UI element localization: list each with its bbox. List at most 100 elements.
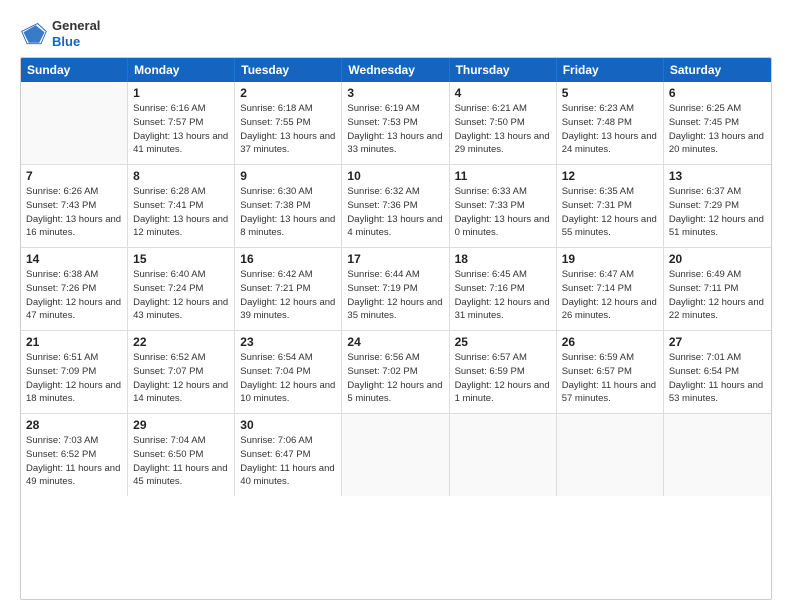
day-number: 4 (455, 86, 551, 100)
day-number: 1 (133, 86, 229, 100)
day-number: 3 (347, 86, 443, 100)
day-info: Sunrise: 6:21 AM Sunset: 7:50 PM Dayligh… (455, 102, 551, 157)
day-number: 11 (455, 169, 551, 183)
calendar-cell: 11 Sunrise: 6:33 AM Sunset: 7:33 PM Dayli… (450, 165, 557, 247)
day-info: Sunrise: 6:52 AM Sunset: 7:07 PM Dayligh… (133, 351, 229, 406)
day-info: Sunrise: 7:04 AM Sunset: 6:50 PM Dayligh… (133, 434, 229, 489)
calendar-cell: 8Sunrise: 6:28 AM Sunset: 7:41 PM Daylig… (128, 165, 235, 247)
day-number: 24 (347, 335, 443, 349)
day-number: 16 (240, 252, 336, 266)
day-info: Sunrise: 6:23 AM Sunset: 7:48 PM Dayligh… (562, 102, 658, 157)
day-info: Sunrise: 7:01 AM Sunset: 6:54 PM Dayligh… (669, 351, 766, 406)
calendar-cell: 26Sunrise: 6:59 AM Sunset: 6:57 PM Dayli… (557, 331, 664, 413)
day-number: 2 (240, 86, 336, 100)
calendar-cell (21, 82, 128, 164)
header: General Blue (20, 18, 772, 49)
calendar-cell: 7 Sunrise: 6:26 AM Sunset: 7:43 PM Daylig… (21, 165, 128, 247)
day-number: 9 (240, 169, 336, 183)
weekday-header: Wednesday (342, 58, 449, 82)
day-info: Sunrise: 6:40 AM Sunset: 7:24 PM Dayligh… (133, 268, 229, 323)
day-number: 13 (669, 169, 766, 183)
calendar-cell: 2 Sunrise: 6:18 AM Sunset: 7:55 PM Daylig… (235, 82, 342, 164)
calendar-cell: 21Sunrise: 6:51 AM Sunset: 7:09 PM Dayli… (21, 331, 128, 413)
calendar-cell: 15 Sunrise: 6:40 AM Sunset: 7:24 PM Dayli… (128, 248, 235, 330)
logo-text: General Blue (52, 18, 100, 49)
day-info: Sunrise: 6:47 AM Sunset: 7:14 PM Dayligh… (562, 268, 658, 323)
weekday-header: Thursday (450, 58, 557, 82)
day-number: 12 (562, 169, 658, 183)
calendar-cell: 20 Sunrise: 6:49 AM Sunset: 7:11 PM Dayli… (664, 248, 771, 330)
day-info: Sunrise: 6:28 AM Sunset: 7:41 PM Dayligh… (133, 185, 229, 240)
day-info: Sunrise: 6:25 AM Sunset: 7:45 PM Dayligh… (669, 102, 766, 157)
calendar-cell: 1Sunrise: 6:16 AM Sunset: 7:57 PM Daylig… (128, 82, 235, 164)
day-info: Sunrise: 6:49 AM Sunset: 7:11 PM Dayligh… (669, 268, 766, 323)
day-number: 15 (133, 252, 229, 266)
day-number: 14 (26, 252, 122, 266)
day-info: Sunrise: 6:26 AM Sunset: 7:43 PM Dayligh… (26, 185, 122, 240)
day-number: 18 (455, 252, 551, 266)
day-info: Sunrise: 6:51 AM Sunset: 7:09 PM Dayligh… (26, 351, 122, 406)
day-info: Sunrise: 6:56 AM Sunset: 7:02 PM Dayligh… (347, 351, 443, 406)
day-number: 30 (240, 418, 336, 432)
calendar-cell (664, 414, 771, 496)
weekday-header: Monday (128, 58, 235, 82)
calendar-cell (342, 414, 449, 496)
day-info: Sunrise: 6:18 AM Sunset: 7:55 PM Dayligh… (240, 102, 336, 157)
calendar-cell (450, 414, 557, 496)
calendar-row: 7 Sunrise: 6:26 AM Sunset: 7:43 PM Daylig… (21, 165, 771, 248)
calendar-cell: 16 Sunrise: 6:42 AM Sunset: 7:21 PM Dayli… (235, 248, 342, 330)
calendar-cell: 14 Sunrise: 6:38 AM Sunset: 7:26 PM Dayli… (21, 248, 128, 330)
logo: General Blue (20, 18, 100, 49)
calendar-row: 1Sunrise: 6:16 AM Sunset: 7:57 PM Daylig… (21, 82, 771, 165)
calendar-header: SundayMondayTuesdayWednesdayThursdayFrid… (21, 58, 771, 82)
day-info: Sunrise: 6:57 AM Sunset: 6:59 PM Dayligh… (455, 351, 551, 406)
day-info: Sunrise: 7:06 AM Sunset: 6:47 PM Dayligh… (240, 434, 336, 489)
calendar-cell: 27 Sunrise: 7:01 AM Sunset: 6:54 PM Dayli… (664, 331, 771, 413)
day-number: 19 (562, 252, 658, 266)
calendar: SundayMondayTuesdayWednesdayThursdayFrid… (20, 57, 772, 600)
day-number: 5 (562, 86, 658, 100)
weekday-header: Saturday (664, 58, 771, 82)
day-number: 27 (669, 335, 766, 349)
page: General Blue SundayMondayTuesdayWednesda… (0, 0, 792, 612)
day-number: 23 (240, 335, 336, 349)
day-info: Sunrise: 6:38 AM Sunset: 7:26 PM Dayligh… (26, 268, 122, 323)
day-number: 22 (133, 335, 229, 349)
calendar-cell: 9 Sunrise: 6:30 AM Sunset: 7:38 PM Daylig… (235, 165, 342, 247)
day-info: Sunrise: 6:44 AM Sunset: 7:19 PM Dayligh… (347, 268, 443, 323)
day-info: Sunrise: 6:33 AM Sunset: 7:33 PM Dayligh… (455, 185, 551, 240)
day-info: Sunrise: 6:32 AM Sunset: 7:36 PM Dayligh… (347, 185, 443, 240)
calendar-cell (557, 414, 664, 496)
calendar-cell: 24 Sunrise: 6:56 AM Sunset: 7:02 PM Dayli… (342, 331, 449, 413)
calendar-cell: 18 Sunrise: 6:45 AM Sunset: 7:16 PM Dayli… (450, 248, 557, 330)
calendar-cell: 19 Sunrise: 6:47 AM Sunset: 7:14 PM Dayli… (557, 248, 664, 330)
logo-icon (20, 20, 48, 48)
day-number: 29 (133, 418, 229, 432)
day-info: Sunrise: 7:03 AM Sunset: 6:52 PM Dayligh… (26, 434, 122, 489)
day-number: 28 (26, 418, 122, 432)
day-number: 17 (347, 252, 443, 266)
day-info: Sunrise: 6:45 AM Sunset: 7:16 PM Dayligh… (455, 268, 551, 323)
calendar-cell: 29 Sunrise: 7:04 AM Sunset: 6:50 PM Dayli… (128, 414, 235, 496)
calendar-cell: 4 Sunrise: 6:21 AM Sunset: 7:50 PM Daylig… (450, 82, 557, 164)
day-number: 6 (669, 86, 766, 100)
calendar-row: 21Sunrise: 6:51 AM Sunset: 7:09 PM Dayli… (21, 331, 771, 414)
weekday-header: Tuesday (235, 58, 342, 82)
day-number: 7 (26, 169, 122, 183)
calendar-cell: 30 Sunrise: 7:06 AM Sunset: 6:47 PM Dayli… (235, 414, 342, 496)
day-info: Sunrise: 6:42 AM Sunset: 7:21 PM Dayligh… (240, 268, 336, 323)
calendar-cell: 3 Sunrise: 6:19 AM Sunset: 7:53 PM Daylig… (342, 82, 449, 164)
calendar-cell: 13Sunrise: 6:37 AM Sunset: 7:29 PM Dayli… (664, 165, 771, 247)
day-number: 20 (669, 252, 766, 266)
calendar-cell: 12Sunrise: 6:35 AM Sunset: 7:31 PM Dayli… (557, 165, 664, 247)
weekday-header: Friday (557, 58, 664, 82)
calendar-cell: 28 Sunrise: 7:03 AM Sunset: 6:52 PM Dayli… (21, 414, 128, 496)
day-info: Sunrise: 6:54 AM Sunset: 7:04 PM Dayligh… (240, 351, 336, 406)
calendar-cell: 23 Sunrise: 6:54 AM Sunset: 7:04 PM Dayli… (235, 331, 342, 413)
day-info: Sunrise: 6:30 AM Sunset: 7:38 PM Dayligh… (240, 185, 336, 240)
day-info: Sunrise: 6:19 AM Sunset: 7:53 PM Dayligh… (347, 102, 443, 157)
calendar-cell: 17 Sunrise: 6:44 AM Sunset: 7:19 PM Dayli… (342, 248, 449, 330)
weekday-header: Sunday (21, 58, 128, 82)
calendar-cell: 6 Sunrise: 6:25 AM Sunset: 7:45 PM Daylig… (664, 82, 771, 164)
calendar-cell: 22 Sunrise: 6:52 AM Sunset: 7:07 PM Dayli… (128, 331, 235, 413)
